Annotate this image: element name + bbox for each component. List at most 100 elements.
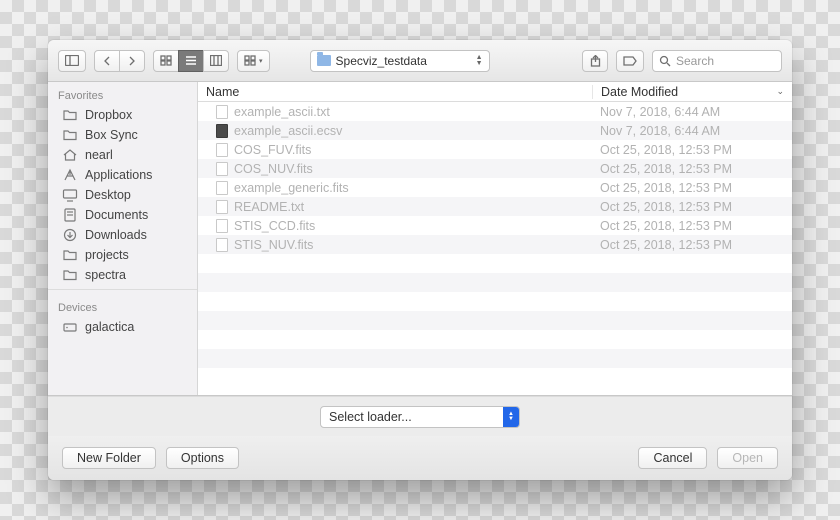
path-label: Specviz_testdata: [336, 54, 427, 68]
folder-icon: [62, 249, 78, 262]
sidebar-item-spectra[interactable]: spectra: [48, 265, 197, 285]
file-row[interactable]: COS_FUV.fits Oct 25, 2018, 12:53 PM: [198, 140, 792, 159]
icon-view-button[interactable]: [153, 50, 179, 72]
stepper-icon: ▲▼: [503, 407, 519, 427]
loader-dropdown[interactable]: Select loader... ▲▼: [320, 406, 520, 428]
file-icon: [216, 219, 228, 233]
sidebar-device-galactica[interactable]: galactica: [48, 317, 197, 337]
file-row[interactable]: example_ascii.txt Nov 7, 2018, 6:44 AM: [198, 102, 792, 121]
sidebar-item-desktop[interactable]: Desktop: [48, 185, 197, 205]
favorites-heading: Favorites: [48, 82, 197, 105]
doc-icon: [62, 209, 78, 222]
sidebar-item-label: spectra: [85, 268, 126, 282]
file-date: Oct 25, 2018, 12:53 PM: [592, 143, 792, 157]
folder-icon: [62, 109, 78, 122]
sidebar-item-dropbox[interactable]: Dropbox: [48, 105, 197, 125]
file-name: example_ascii.ecsv: [234, 124, 342, 138]
sidebar-item-label: Dropbox: [85, 108, 132, 122]
file-date: Nov 7, 2018, 6:44 AM: [592, 105, 792, 119]
sidebar-item-nearl[interactable]: nearl: [48, 145, 197, 165]
file-date: Oct 25, 2018, 12:53 PM: [592, 181, 792, 195]
nav-back-forward: [94, 50, 145, 72]
file-date: Oct 25, 2018, 12:53 PM: [592, 219, 792, 233]
stepper-icon: ▲▼: [476, 55, 483, 67]
sidebar-item-applications[interactable]: Applications: [48, 165, 197, 185]
chevron-down-icon: ⌄: [776, 86, 784, 97]
downloads-icon: [62, 229, 78, 242]
file-name: README.txt: [234, 200, 304, 214]
file-name: example_ascii.txt: [234, 105, 330, 119]
column-headers: Name Date Modified ⌄: [198, 82, 792, 102]
sidebar-item-box-sync[interactable]: Box Sync: [48, 125, 197, 145]
desktop-icon: [62, 189, 78, 202]
file-date: Oct 25, 2018, 12:53 PM: [592, 162, 792, 176]
file-list: Name Date Modified ⌄ example_ascii.txt No…: [198, 82, 792, 395]
body: Favorites Dropbox Box Sync nearl Applicatio…: [48, 82, 792, 396]
toolbar: ▾ Specviz_testdata ▲▼ Search: [48, 40, 792, 82]
empty-row: [198, 292, 792, 311]
sidebar-item-label: galactica: [85, 320, 134, 334]
sidebar-item-label: Downloads: [85, 228, 147, 242]
file-row[interactable]: STIS_CCD.fits Oct 25, 2018, 12:53 PM: [198, 216, 792, 235]
options-button[interactable]: Options: [166, 447, 239, 469]
search-placeholder: Search: [676, 54, 714, 68]
empty-row: [198, 273, 792, 292]
path-dropdown[interactable]: Specviz_testdata ▲▼: [310, 50, 490, 72]
cancel-button[interactable]: Cancel: [638, 447, 707, 469]
file-icon: [216, 105, 228, 119]
file-name: COS_FUV.fits: [234, 143, 311, 157]
file-row[interactable]: README.txtOct 25, 2018, 12:53 PM: [198, 197, 792, 216]
file-icon: [216, 200, 228, 214]
file-row[interactable]: COS_NUV.fits Oct 25, 2018, 12:53 PM: [198, 159, 792, 178]
sidebar-toggle-button[interactable]: [58, 50, 86, 72]
empty-row: [198, 254, 792, 273]
devices-heading: Devices: [48, 294, 197, 317]
loader-label: Select loader...: [329, 410, 412, 424]
file-name: STIS_CCD.fits: [234, 219, 315, 233]
list-view-button[interactable]: [178, 50, 204, 72]
sidebar-item-label: Box Sync: [85, 128, 138, 142]
column-view-button[interactable]: [203, 50, 229, 72]
file-date: Oct 25, 2018, 12:53 PM: [592, 238, 792, 252]
file-row[interactable]: example_generic.fits Oct 25, 2018, 12:53 …: [198, 178, 792, 197]
search-field[interactable]: Search: [652, 50, 782, 72]
file-row[interactable]: example_ascii.ecsv Nov 7, 2018, 6:44 AM: [198, 121, 792, 140]
sidebar-item-downloads[interactable]: Downloads: [48, 225, 197, 245]
folder-icon: [317, 55, 331, 66]
column-name[interactable]: Name: [198, 85, 592, 99]
empty-row: [198, 330, 792, 349]
file-icon: [216, 238, 228, 252]
empty-row: [198, 311, 792, 330]
sidebar-item-label: projects: [85, 248, 129, 262]
back-button[interactable]: [94, 50, 120, 72]
file-name: example_generic.fits: [234, 181, 349, 195]
file-name: COS_NUV.fits: [234, 162, 313, 176]
drive-icon: [62, 321, 78, 334]
sidebar-item-label: Desktop: [85, 188, 131, 202]
group-by-button[interactable]: ▾: [237, 50, 270, 72]
sidebar-item-documents[interactable]: Documents: [48, 205, 197, 225]
new-folder-button[interactable]: New Folder: [62, 447, 156, 469]
sidebar-item-label: Documents: [85, 208, 148, 222]
tags-button[interactable]: [616, 50, 644, 72]
file-date: Nov 7, 2018, 6:44 AM: [592, 124, 792, 138]
view-mode-segment: [153, 50, 229, 72]
file-open-dialog: ▾ Specviz_testdata ▲▼ Search Favorites D…: [48, 40, 792, 480]
forward-button[interactable]: [119, 50, 145, 72]
file-icon: [216, 162, 228, 176]
column-date[interactable]: Date Modified ⌄: [592, 85, 792, 99]
file-name: STIS_NUV.fits: [234, 238, 313, 252]
file-row[interactable]: STIS_NUV.fits Oct 25, 2018, 12:53 PM: [198, 235, 792, 254]
apps-icon: [62, 169, 78, 182]
loader-row: Select loader... ▲▼: [48, 396, 792, 436]
footer: New Folder Options Cancel Open: [48, 436, 792, 480]
search-icon: [659, 55, 671, 67]
open-button[interactable]: Open: [717, 447, 778, 469]
share-button[interactable]: [582, 50, 608, 72]
folder-icon: [62, 269, 78, 282]
folder-icon: [62, 129, 78, 142]
sidebar-item-projects[interactable]: projects: [48, 245, 197, 265]
sidebar-item-label: Applications: [85, 168, 152, 182]
file-rows[interactable]: example_ascii.txtNov 7, 2018, 6:44 AMexa…: [198, 102, 792, 395]
sidebar: Favorites Dropbox Box Sync nearl Applicatio…: [48, 82, 198, 395]
